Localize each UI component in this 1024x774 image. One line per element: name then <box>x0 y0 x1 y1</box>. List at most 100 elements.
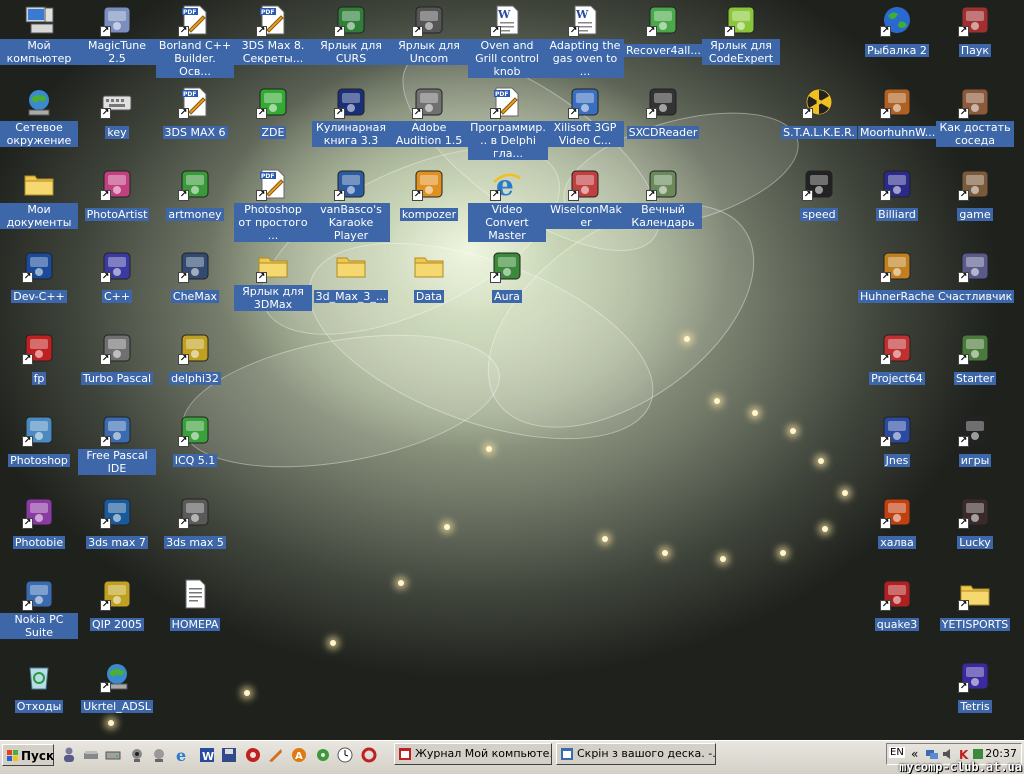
taskbar-button-1[interactable]: Скрін з вашого деска. -... <box>556 743 716 765</box>
shortcut-arrow-icon: ↗ <box>958 436 969 447</box>
quicklaunch-webcam-icon[interactable] <box>128 746 146 764</box>
quicklaunch-tool-icon[interactable] <box>266 746 284 764</box>
desktop-icon-cpp[interactable]: ↗ C++ <box>78 248 156 328</box>
start-button[interactable]: Пуск <box>2 744 54 766</box>
desktop-icon-recycle-bin[interactable]: Отходы <box>0 658 78 738</box>
desktop-icon-nokia-pc-suite[interactable]: ↗ Nokia PC Suite <box>0 576 78 656</box>
desktop-icon-key[interactable]: ↗ key <box>78 84 156 164</box>
desktop-icon-kulinarnaya-kniga[interactable]: ↗ Кулинарная книга 3.3 <box>312 84 390 164</box>
quicklaunch-scanner-icon[interactable] <box>82 746 100 764</box>
desktop-icon-huhnerrache[interactable]: ↗ HuhnerRache <box>858 248 937 328</box>
tray-kaspersky-icon[interactable]: K <box>957 747 971 761</box>
quicklaunch-clock-icon[interactable] <box>336 746 354 764</box>
desktop-icon-video-convert-master[interactable]: e ↗ Video Convert Master <box>468 166 546 246</box>
desktop-icon-chemax[interactable]: ↗ CheMax <box>156 248 234 328</box>
desktop-icon-turbo-pascal[interactable]: ↗ Turbo Pascal <box>78 330 156 410</box>
desktop-icon-sxcdreader[interactable]: ↗ SXCDReader <box>624 84 702 164</box>
desktop-icon-photoartist[interactable]: ↗ PhotoArtist <box>78 166 156 246</box>
quicklaunch-avast-icon[interactable]: A <box>290 746 308 764</box>
shortcut-arrow-icon: ↗ <box>178 26 189 37</box>
clock[interactable]: 20:37 <box>985 747 1017 760</box>
desktop-icon-photoshop[interactable]: ↗ Photoshop <box>0 412 78 492</box>
desktop-icon-3ds-max-5[interactable]: ↗ 3ds max 5 <box>156 494 234 574</box>
tray-network-icon[interactable] <box>925 747 939 761</box>
desktop-icon-xilisoft-3gp[interactable]: ↗ Xilisoft 3GP Video C... <box>546 84 624 164</box>
desktop-icon-tetris[interactable]: ↗ Tetris <box>936 658 1014 738</box>
desktop-icon-moorhuhn[interactable]: ↗ MoorhuhnW... <box>858 84 938 164</box>
desktop-icon-adobe-audition[interactable]: ↗ Adobe Audition 1.5 <box>390 84 468 164</box>
desktop-icon-speed[interactable]: ↗ speed <box>780 166 858 246</box>
desktop-icon-quake3[interactable]: ↗ quake3 <box>858 576 936 656</box>
quicklaunch-opera-icon[interactable] <box>244 746 262 764</box>
language-indicator[interactable]: EN <box>889 747 905 758</box>
desktop-icon-3ds-max-8[interactable]: PDF ↗ 3DS Max 8. Секреты... <box>234 2 312 82</box>
tray-shield-icon[interactable] <box>971 747 985 761</box>
desktop-icon-lucky[interactable]: ↗ Lucky <box>936 494 1014 574</box>
desktop-icon-billiard[interactable]: ↗ Billiard <box>858 166 936 246</box>
desktop-icon-programmirovanie-delphi[interactable]: PDF ↗ Программир... в Delphi гла... <box>468 84 548 164</box>
desktop-icon-codeexpert-shortcut[interactable]: ↗ Ярлык для CodeExpert <box>702 2 780 82</box>
desktop-icon-jnes[interactable]: ↗ Jnes <box>858 412 936 492</box>
desktop-icon-dev-cpp[interactable]: ↗ Dev-C++ <box>0 248 78 328</box>
desktop-icon-vechny-kalendar[interactable]: ↗ Вечный Календарь <box>624 166 702 246</box>
quicklaunch-network-icon[interactable] <box>150 746 168 764</box>
desktop-icon-stalker[interactable]: ↗ S.T.A.L.K.E.R. <box>780 84 858 164</box>
desktop-icon-data-folder[interactable]: Data <box>390 248 468 328</box>
quicklaunch-drive-icon[interactable] <box>104 746 122 764</box>
desktop-icon-oven-grill[interactable]: W ↗ Oven and Grill control knob <box>468 2 546 82</box>
desktop-icon-network[interactable]: Сетевое окружение <box>0 84 78 164</box>
desktop-icon-pauk[interactable]: ↗ Паук <box>936 2 1014 82</box>
desktop-icon-halva[interactable]: ↗ халва <box>858 494 936 574</box>
desktop-icon-3dmax-shortcut[interactable]: ↗ Ярлык для 3DMax <box>234 248 312 328</box>
desktop-icon-zde[interactable]: ↗ ZDE <box>234 84 312 164</box>
desktop-icon-fp[interactable]: ↗ fp <box>0 330 78 410</box>
desktop-icon-artmoney[interactable]: ↗ artmoney <box>156 166 234 246</box>
tray-expand-icon[interactable]: « <box>911 747 918 761</box>
desktop-icon-ukrtel-adsl[interactable]: ↗ Ukrtel_ADSL <box>78 658 156 738</box>
quicklaunch-word-icon[interactable]: W <box>198 746 216 764</box>
desktop-icon-photoshop-ot-prostogo[interactable]: PDF ↗ Photoshop от простого ... <box>234 166 312 246</box>
desktop-icon-3ds-max-7[interactable]: ↗ 3ds max 7 <box>78 494 156 574</box>
desktop-icon-igry[interactable]: ↗ игры <box>936 412 1014 492</box>
desktop-icon-free-pascal-ide[interactable]: ↗ Free Pascal IDE <box>78 412 156 492</box>
desktop-icon-game[interactable]: ↗ game <box>936 166 1014 246</box>
desktop-icon-delphi32[interactable]: ↗ delphi32 <box>156 330 234 410</box>
desktop-icon-magictune[interactable]: ↗ MagicTune 2.5 <box>78 2 156 82</box>
desktop-icon-label: ICQ 5.1 <box>172 454 218 467</box>
desktop-icon-kak-dostat-soseda[interactable]: ↗ Как достать соседа <box>936 84 1014 164</box>
desktop-icon-recover4all[interactable]: ↗ Recover4all... <box>624 2 703 82</box>
desktop-icon-yetisports[interactable]: ↗ YETISPORTS <box>936 576 1014 656</box>
watermark-text: mycomp-club.at.ua <box>899 760 1022 774</box>
desktop-icon-my-computer[interactable]: Мой компьютер <box>0 2 78 82</box>
taskbar-button-0[interactable]: Журнал Мой компьюте... <box>394 743 552 765</box>
desktop-icon-photobie[interactable]: ↗ Photobie <box>0 494 78 574</box>
desktop-icon-starter[interactable]: ↗ Starter <box>936 330 1014 410</box>
desktop-icon-my-documents[interactable]: Мои документы <box>0 166 78 246</box>
desktop-icon-project64[interactable]: ↗ Project64 <box>858 330 936 410</box>
quicklaunch-save-icon[interactable] <box>220 746 238 764</box>
svg-text:PDF: PDF <box>261 173 274 180</box>
desktop-icon-adapting-gas[interactable]: W ↗ Adapting the gas oven to ... <box>546 2 624 82</box>
yetisports-icon: ↗ <box>958 578 991 611</box>
desktop-icon-rybalka-2[interactable]: ↗ Рыбалка 2 <box>858 2 936 82</box>
quicklaunch-gear-icon[interactable] <box>314 746 332 764</box>
desktop-icon-3d-max-3[interactable]: 3d_Max_3_... <box>312 248 390 328</box>
desktop-icon-curs-shortcut[interactable]: ↗ Ярлык для CURS <box>312 2 390 82</box>
desktop-icon-homepa[interactable]: HOMEPA <box>156 576 234 656</box>
desktop[interactable]: Мой компьютер ↗ MagicTune 2.5 PDF ↗ Borland C… <box>0 0 1024 740</box>
desktop-icon-uncom-shortcut[interactable]: ↗ Ярлык для Uncom <box>390 2 468 82</box>
desktop-icon-3ds-max-6[interactable]: PDF ↗ 3DS MAX 6 <box>156 84 234 164</box>
tray-volume-icon[interactable] <box>941 747 955 761</box>
desktop-icon-wiseiconmaker[interactable]: ↗ WiseIconMaker <box>546 166 626 246</box>
shortcut-arrow-icon: ↗ <box>178 436 189 447</box>
desktop-icon-aura[interactable]: ↗ Aura <box>468 248 546 328</box>
desktop-icon-icq[interactable]: ↗ ICQ 5.1 <box>156 412 234 492</box>
desktop-icon-vanbasco[interactable]: ↗ vanBasco's Karaoke Player <box>312 166 390 246</box>
quicklaunch-opera-red-icon[interactable] <box>360 746 378 764</box>
desktop-icon-kompozer[interactable]: ↗ kompozer <box>390 166 468 246</box>
desktop-icon-qip-2005[interactable]: ↗ QIP 2005 <box>78 576 156 656</box>
quicklaunch-user-icon[interactable] <box>60 746 78 764</box>
quicklaunch-ie-icon[interactable]: e <box>174 746 192 764</box>
desktop-icon-borland-cpp[interactable]: PDF ↗ Borland C++ Builder. Осв... <box>156 2 234 82</box>
desktop-icon-schastlivchik[interactable]: ↗ Счастливчик <box>936 248 1015 328</box>
